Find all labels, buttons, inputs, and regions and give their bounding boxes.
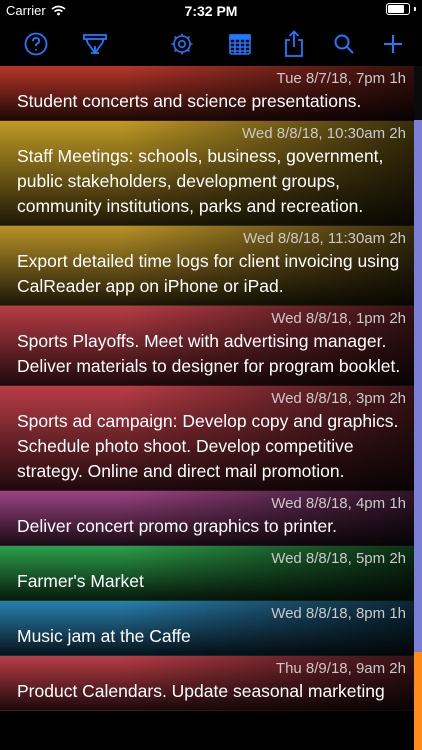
event-datetime: Thu 8/9/18, 9am 2h — [275, 660, 406, 677]
event-title: Farmer's Market — [17, 571, 144, 591]
event-title: Deliver concert promo graphics to printe… — [17, 516, 337, 536]
event-title: Staff Meetings: schools, business, gover… — [17, 146, 384, 216]
scrollbar[interactable] — [414, 66, 422, 750]
event-title: Student concerts and science presentatio… — [17, 91, 362, 111]
search-icon[interactable] — [328, 28, 360, 60]
event-row[interactable]: Wed 8/8/18, 4pm 1h Deliver concert promo … — [0, 491, 414, 546]
scrollbar-segment-later — [414, 652, 422, 750]
event-row[interactable]: Tue 8/7/18, 7pm 1h Student concerts and s… — [0, 66, 414, 121]
calendar-icon[interactable] — [224, 28, 256, 60]
event-datetime: Wed 8/8/18, 5pm 2h — [271, 550, 406, 567]
event-datetime: Wed 8/8/18, 8pm 1h — [271, 605, 406, 622]
event-row[interactable]: Wed 8/8/18, 5pm 2h Farmer's Market — [0, 546, 414, 601]
event-title: Music jam at the Caffe — [17, 626, 191, 646]
share-icon[interactable] — [278, 28, 310, 60]
toolbar — [0, 22, 422, 66]
status-time: 7:32 PM — [184, 3, 238, 19]
event-title: Sports ad campaign: Develop copy and gra… — [17, 411, 399, 481]
event-row[interactable]: Wed 8/8/18, 10:30am 2h Staff Meetings: sc… — [0, 121, 414, 226]
event-row[interactable]: Wed 8/8/18, 11:30am 2h Export detailed ti… — [0, 226, 414, 306]
scrollbar-segment-upcoming — [414, 120, 422, 652]
event-row[interactable]: Wed 8/8/18, 1pm 2h Sports Playoffs. Meet … — [0, 306, 414, 386]
battery-level — [388, 5, 405, 13]
event-datetime: Wed 8/8/18, 11:30am 2h — [243, 230, 406, 247]
add-icon[interactable] — [377, 28, 409, 60]
event-row[interactable]: Wed 8/8/18, 8pm 1h Music jam at the Caffe — [0, 601, 414, 656]
event-datetime: Wed 8/8/18, 4pm 1h — [271, 495, 406, 512]
event-datetime: Wed 8/8/18, 1pm 2h — [271, 310, 406, 327]
gear-icon[interactable] — [166, 28, 198, 60]
event-datetime: Wed 8/8/18, 10:30am 2h — [241, 125, 406, 142]
help-icon[interactable] — [20, 28, 52, 60]
event-title: Sports Playoffs. Meet with advertising m… — [17, 331, 401, 376]
event-title: Product Calendars. Update seasonal marke… — [17, 681, 385, 701]
event-title: Export detailed time logs for client inv… — [17, 251, 400, 296]
status-bar: Carrier 7:32 PM — [0, 0, 422, 22]
event-list[interactable]: Tue 8/7/18, 7pm 1h Student concerts and s… — [0, 66, 414, 750]
battery-icon — [386, 3, 416, 15]
event-row[interactable]: Wed 8/8/18, 3pm 2h Sports ad campaign: De… — [0, 386, 414, 491]
event-datetime: Tue 8/7/18, 7pm 1h — [276, 70, 406, 87]
event-datetime: Wed 8/8/18, 3pm 2h — [271, 390, 406, 407]
timer-icon[interactable] — [79, 28, 111, 60]
event-row[interactable]: Thu 8/9/18, 9am 2h Product Calendars. Upd… — [0, 656, 414, 711]
